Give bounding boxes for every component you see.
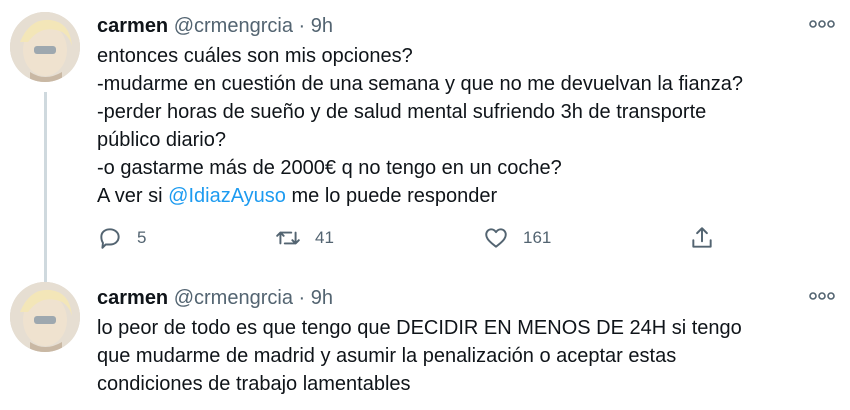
reply-count: 5 [137,228,147,247]
more-icon[interactable] [808,16,836,32]
reply-icon [100,228,120,249]
text-line: lo peor de todo es que tengo que DECIDIR… [97,317,742,339]
separator: · [298,287,306,309]
author-name[interactable]: carmen [97,15,168,37]
tweet-text: lo peor de todo es que tengo que DECIDIR… [97,314,837,398]
mention-link[interactable]: @IdiazAyuso [168,185,286,207]
share-icon [692,227,712,248]
author-name[interactable]: carmen [97,287,168,309]
text-line: que mudarme de madrid y asumir la penali… [97,345,677,367]
text-line: condiciones de trabajo lamentables [97,373,411,395]
text-segment: me lo puede responder [285,185,498,207]
tweet[interactable]: carmen @crmengrcia · 9h entonces cuáles … [0,0,850,282]
like-button[interactable]: 161 [483,223,551,253]
author-handle[interactable]: @crmengrcia [174,287,293,309]
tweet-header: carmen @crmengrcia · 9h [97,286,333,310]
author-handle[interactable]: @crmengrcia [174,15,293,37]
text-line: -mudarme en cuestión de una semana y que… [97,73,743,95]
text-line: A ver si @IdiazAyuso me lo puede respond… [97,182,837,210]
timestamp[interactable]: 9h [311,15,333,37]
text-line: entonces cuáles son mis opciones? [97,45,413,67]
avatar[interactable] [10,282,80,352]
like-count: 161 [523,228,552,247]
retweet-icon [276,231,300,245]
retweet-count: 41 [315,228,334,247]
timestamp[interactable]: 9h [311,287,333,309]
tweet-actions: 5 41 161 [97,223,737,253]
separator: · [298,15,306,37]
thread-connector [44,92,47,282]
more-icon[interactable] [808,288,836,304]
text-line: -perder horas de sueño y de salud mental… [97,101,707,123]
like-icon [485,228,507,248]
reply-button[interactable]: 5 [97,223,146,253]
text-line: público diario? [97,129,226,151]
tweet[interactable]: carmen @crmengrcia · 9h lo peor de todo … [0,270,850,410]
tweet-text: entonces cuáles son mis opciones? -mudar… [97,42,837,210]
retweet-button[interactable]: 41 [275,223,334,253]
tweet-header: carmen @crmengrcia · 9h [97,14,333,38]
text-line: -o gastarme más de 2000€ q no tengo en u… [97,157,562,179]
text-segment: A ver si [97,185,169,207]
share-button[interactable] [689,223,715,253]
avatar[interactable] [10,12,80,82]
